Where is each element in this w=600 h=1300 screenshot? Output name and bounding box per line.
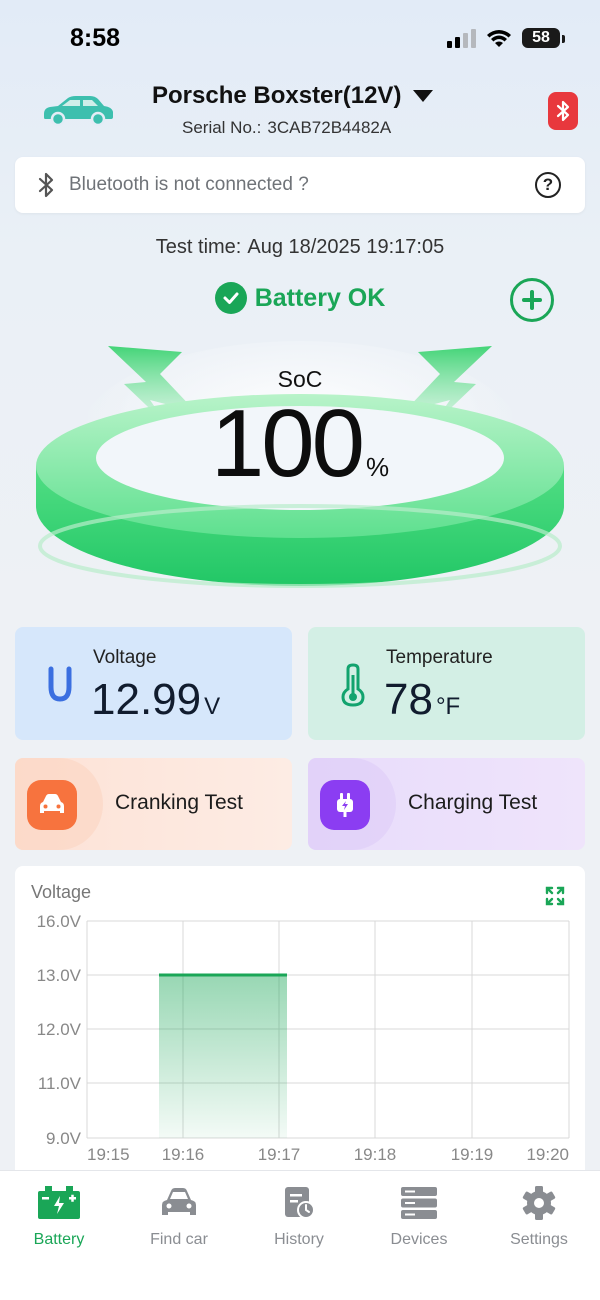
x-tick-label: 19:19: [451, 1145, 494, 1164]
battery-status-label: Battery OK: [254, 283, 386, 312]
temperature-number: 78: [384, 675, 433, 724]
caret-down-icon: [413, 90, 434, 102]
soc-number: 100: [210, 390, 365, 497]
cranking-test-label: Cranking Test: [115, 791, 244, 814]
tab-battery-label: Battery: [33, 1231, 85, 1248]
voltage-chart-card: Voltage 16.0V 13.0V 12.0V 11.0V 9.0V 19:15 19:…: [15, 866, 585, 1176]
cellular-signal-icon: [447, 28, 476, 48]
bluetooth-button[interactable]: [548, 92, 578, 130]
bluetooth-status-text: Bluetooth is not connected ?: [69, 174, 309, 195]
thermometer-icon: [341, 663, 365, 707]
charging-test-button[interactable]: Charging Test: [308, 758, 585, 850]
voltage-unit: V: [204, 693, 221, 720]
tab-history-label: History: [274, 1231, 324, 1248]
help-icon[interactable]: ?: [535, 172, 561, 198]
check-circle-icon: [214, 282, 247, 314]
temperature-value: 78 °F: [384, 675, 460, 725]
tab-find-car-label: Find car: [150, 1231, 208, 1248]
bottom-tab-bar: Battery Find car History Devices Setting…: [0, 1170, 600, 1300]
cranking-test-button[interactable]: Cranking Test: [15, 758, 292, 850]
car-icon: [27, 780, 77, 830]
voltage-number: 12.99: [91, 675, 202, 724]
battery-icon: [37, 1185, 81, 1221]
tab-history[interactable]: History: [244, 1185, 354, 1249]
x-tick-label: 19:15: [87, 1145, 130, 1164]
voltage-area: [159, 975, 287, 1138]
x-tick-label: 19:16: [162, 1145, 205, 1164]
y-tick-label: 11.0V: [38, 1074, 82, 1093]
status-icons: 58: [447, 28, 565, 48]
serial-value: 3CAB72B4482A: [267, 118, 392, 137]
voltage-card: Voltage 12.99 V: [15, 627, 292, 740]
battery-status-icon: 58: [522, 28, 565, 48]
add-button[interactable]: [510, 278, 554, 322]
x-tick-label: 19:17: [258, 1145, 301, 1164]
voltage-chart: 16.0V 13.0V 12.0V 11.0V 9.0V 19:15 19:16 19:17 1…: [37, 912, 570, 1164]
status-time: 8:58: [70, 24, 121, 52]
soc-unit: %: [366, 452, 390, 482]
car-icon: [157, 1185, 201, 1221]
bluetooth-icon: [38, 172, 54, 198]
tab-settings-label: Settings: [510, 1231, 568, 1248]
temperature-title: Temperature: [386, 647, 493, 668]
devices-icon: [397, 1185, 441, 1221]
vehicle-name: Porsche Boxster(12V): [152, 82, 402, 109]
gear-icon: [517, 1185, 561, 1221]
voltage-title: Voltage: [93, 647, 157, 668]
bluetooth-status-banner[interactable]: Bluetooth is not connected ? ?: [15, 157, 585, 213]
vehicle-selector[interactable]: Porsche Boxster(12V): [152, 82, 434, 110]
x-tick-label: 19:18: [354, 1145, 397, 1164]
test-time-value: Aug 18/2025 19:17:05: [247, 236, 445, 258]
serial-number: Serial No.: 3CAB72B4482A: [182, 118, 391, 138]
y-tick-label: 12.0V: [37, 1020, 82, 1039]
test-time: Test time: Aug 18/2025 19:17:05: [0, 236, 600, 259]
charging-plug-icon: [320, 780, 370, 830]
serial-label: Serial No.:: [182, 118, 262, 137]
soc-label: SoC: [277, 366, 323, 392]
tab-battery[interactable]: Battery: [4, 1185, 114, 1249]
bluetooth-icon: [556, 100, 570, 122]
status-bar: 8:58 58: [0, 0, 600, 80]
voltage-value: 12.99 V: [91, 675, 220, 725]
temperature-unit: °F: [435, 693, 461, 720]
history-icon: [277, 1185, 321, 1221]
y-tick-label: 9.0V: [46, 1129, 82, 1148]
x-tick-label: 19:20: [526, 1145, 569, 1164]
charging-test-label: Charging Test: [408, 791, 538, 814]
tab-devices-label: Devices: [390, 1231, 448, 1248]
test-time-label: Test time:: [155, 236, 242, 258]
wifi-icon: [487, 30, 511, 47]
vehicle-car-icon: [44, 96, 113, 126]
voltage-icon: [48, 666, 72, 702]
y-tick-label: 13.0V: [37, 966, 82, 985]
temperature-card: Temperature 78 °F: [308, 627, 585, 740]
tab-devices[interactable]: Devices: [364, 1185, 474, 1249]
tab-settings[interactable]: Settings: [484, 1185, 594, 1249]
tab-find-car[interactable]: Find car: [124, 1185, 234, 1249]
app-header: Porsche Boxster(12V) Serial No.: 3CAB72B…: [0, 78, 600, 148]
y-tick-label: 16.0V: [37, 912, 82, 931]
soc-value: 100 %: [0, 396, 600, 492]
